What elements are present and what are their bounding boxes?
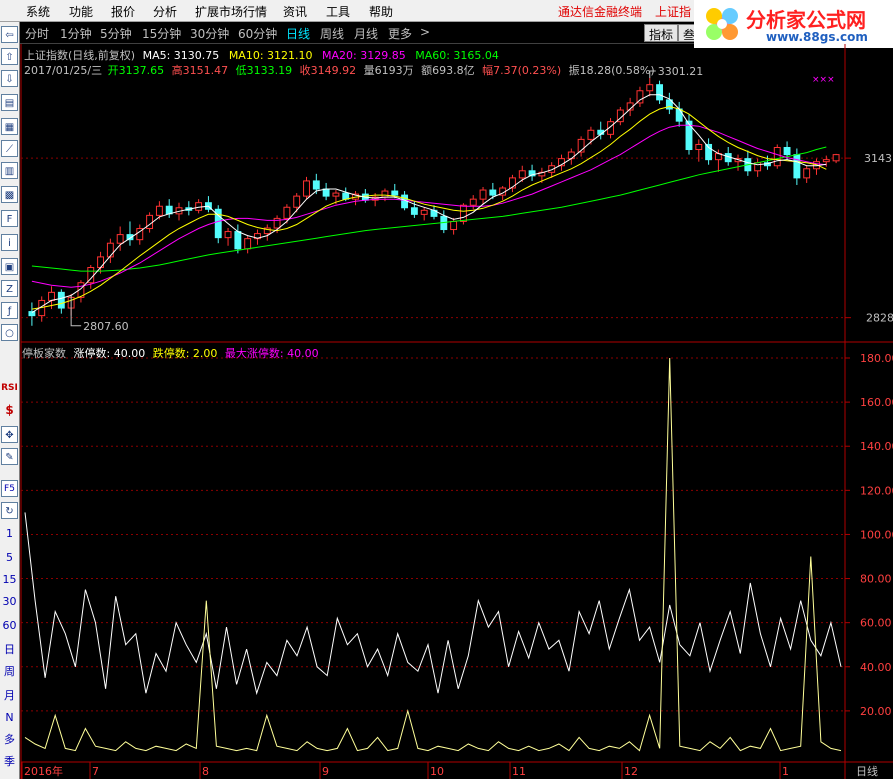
sub-axis-label: 60.00 <box>860 617 892 630</box>
x-axis-label: 11 <box>512 765 526 778</box>
candle-layer <box>28 78 840 326</box>
candle-body <box>293 195 301 208</box>
candle-body <box>420 209 428 215</box>
candle-body <box>803 168 811 179</box>
sub-axis-label: 20.00 <box>860 705 892 718</box>
candle-body <box>97 256 104 269</box>
candle-body <box>57 291 65 309</box>
max-annotation-label: 3301.21 <box>658 65 704 78</box>
candle-body <box>410 207 418 215</box>
ma10-line <box>31 105 827 310</box>
candle-body <box>116 234 124 244</box>
price-axis-label-lower: 2828 <box>866 312 893 325</box>
candle-body <box>165 205 173 215</box>
candle-body <box>106 242 114 258</box>
candle-body <box>283 206 291 219</box>
candle-body <box>773 146 781 167</box>
candle-body <box>636 90 644 104</box>
axis-text-layer: 3301.212807.6031432828×××180.00160.00140… <box>24 65 893 778</box>
ma-layer <box>31 94 827 314</box>
candle-body <box>322 188 330 197</box>
kline-chart-canvas[interactable]: 3301.212807.6031432828×××180.00160.00140… <box>0 0 893 779</box>
candle-body <box>391 190 399 196</box>
candle-body <box>234 231 242 250</box>
candle-body <box>695 143 703 151</box>
x-axis-label: 1 <box>782 765 789 778</box>
x-axis-period-label: 日线 <box>856 764 878 778</box>
sub-axis-label: 140.00 <box>860 440 893 453</box>
sub-axis-label: 40.00 <box>860 661 892 674</box>
x-axis-label: 12 <box>624 765 638 778</box>
candle-body <box>224 231 232 239</box>
candle-body <box>469 198 477 206</box>
min-annotation-label: 2807.60 <box>83 320 129 333</box>
candle-body <box>195 202 203 211</box>
candle-body <box>450 220 458 231</box>
x-axis-label: 8 <box>202 765 209 778</box>
sub-axis-label: 180.00 <box>860 352 893 365</box>
candle-body <box>48 291 55 301</box>
candle-body <box>793 154 801 179</box>
candle-body <box>646 84 654 92</box>
x-axis-label: 9 <box>322 765 329 778</box>
sub-axis-label: 160.00 <box>860 396 893 409</box>
sub-axis-label: 120.00 <box>860 484 893 497</box>
down-count-line <box>24 357 842 752</box>
candle-body <box>783 146 791 156</box>
candle-body <box>489 189 497 196</box>
candle-body <box>312 180 320 190</box>
xxx-marker: ××× <box>812 75 835 85</box>
candle-body <box>656 84 664 101</box>
candle-body <box>332 192 340 197</box>
candle-body <box>303 180 310 197</box>
candle-body <box>675 108 683 122</box>
x-axis-label: 2016年 <box>24 764 63 778</box>
candle-body <box>479 189 487 200</box>
candle-body <box>381 190 389 198</box>
candle-body <box>459 204 467 222</box>
sub-axis-label: 100.00 <box>860 528 893 541</box>
x-axis-label: 10 <box>430 765 444 778</box>
ma5-line <box>31 94 827 314</box>
up-count-line <box>24 512 842 696</box>
candle-body <box>518 170 526 179</box>
candle-body <box>567 151 575 160</box>
candle-body <box>244 238 252 250</box>
candle-body <box>822 159 830 163</box>
sub-chart-layer <box>24 357 842 752</box>
x-axis-label: 7 <box>92 765 99 778</box>
max-annotation-line <box>649 70 656 78</box>
tdx-app-window: 系统 功能 报价 分析 扩展市场行情 资讯 工具 帮助 通达信金融终端 上证指 … <box>0 0 893 779</box>
candle-body <box>832 154 840 162</box>
price-axis-label-upper: 3143 <box>864 152 892 165</box>
sub-axis-label: 80.00 <box>860 573 892 586</box>
candle-body <box>155 205 163 216</box>
candle-body <box>587 129 595 140</box>
